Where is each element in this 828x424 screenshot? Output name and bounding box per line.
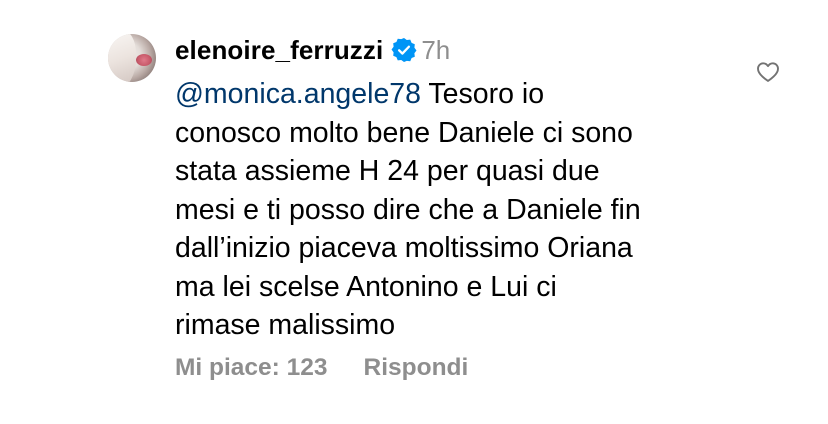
comment-footer: Mi piace: 123 Rispondi bbox=[175, 354, 468, 382]
avatar[interactable] bbox=[108, 34, 156, 82]
heart-outline-icon[interactable] bbox=[756, 60, 780, 84]
comment-text-start: Tesoro io bbox=[421, 78, 545, 110]
likes-count[interactable]: Mi piace: 123 bbox=[175, 354, 328, 382]
mention-link[interactable]: @monica.angele78 bbox=[175, 78, 421, 110]
comment-line: ma lei scelse Antonino e Lui ci bbox=[175, 270, 557, 303]
comment: elenoire_ferruzzi 7h @monica.angele78 Te… bbox=[0, 0, 828, 424]
timestamp: 7h bbox=[421, 34, 451, 65]
reply-button[interactable]: Rispondi bbox=[364, 354, 469, 382]
avatar-lips bbox=[136, 54, 152, 66]
avatar-hair bbox=[108, 34, 136, 82]
comment-line: dall’inizio piaceva moltissimo Oriana bbox=[175, 232, 633, 264]
comment-line: stata assieme H 24 per quasi due bbox=[175, 155, 600, 187]
verified-badge-icon bbox=[391, 37, 417, 63]
username[interactable]: elenoire_ferruzzi bbox=[175, 35, 383, 66]
comment-header: elenoire_ferruzzi 7h bbox=[175, 33, 450, 67]
comment-line: conosco molto bene Daniele ci sono bbox=[175, 116, 633, 149]
comment-text: @monica.angele78 Tesoro io conosco molto… bbox=[175, 75, 735, 345]
comment-line: rimase malissimo bbox=[175, 309, 396, 341]
comment-line: mesi e ti posso dire che a Daniele fin bbox=[175, 193, 641, 226]
comment-line: @monica.angele78 Tesoro io bbox=[175, 75, 735, 114]
